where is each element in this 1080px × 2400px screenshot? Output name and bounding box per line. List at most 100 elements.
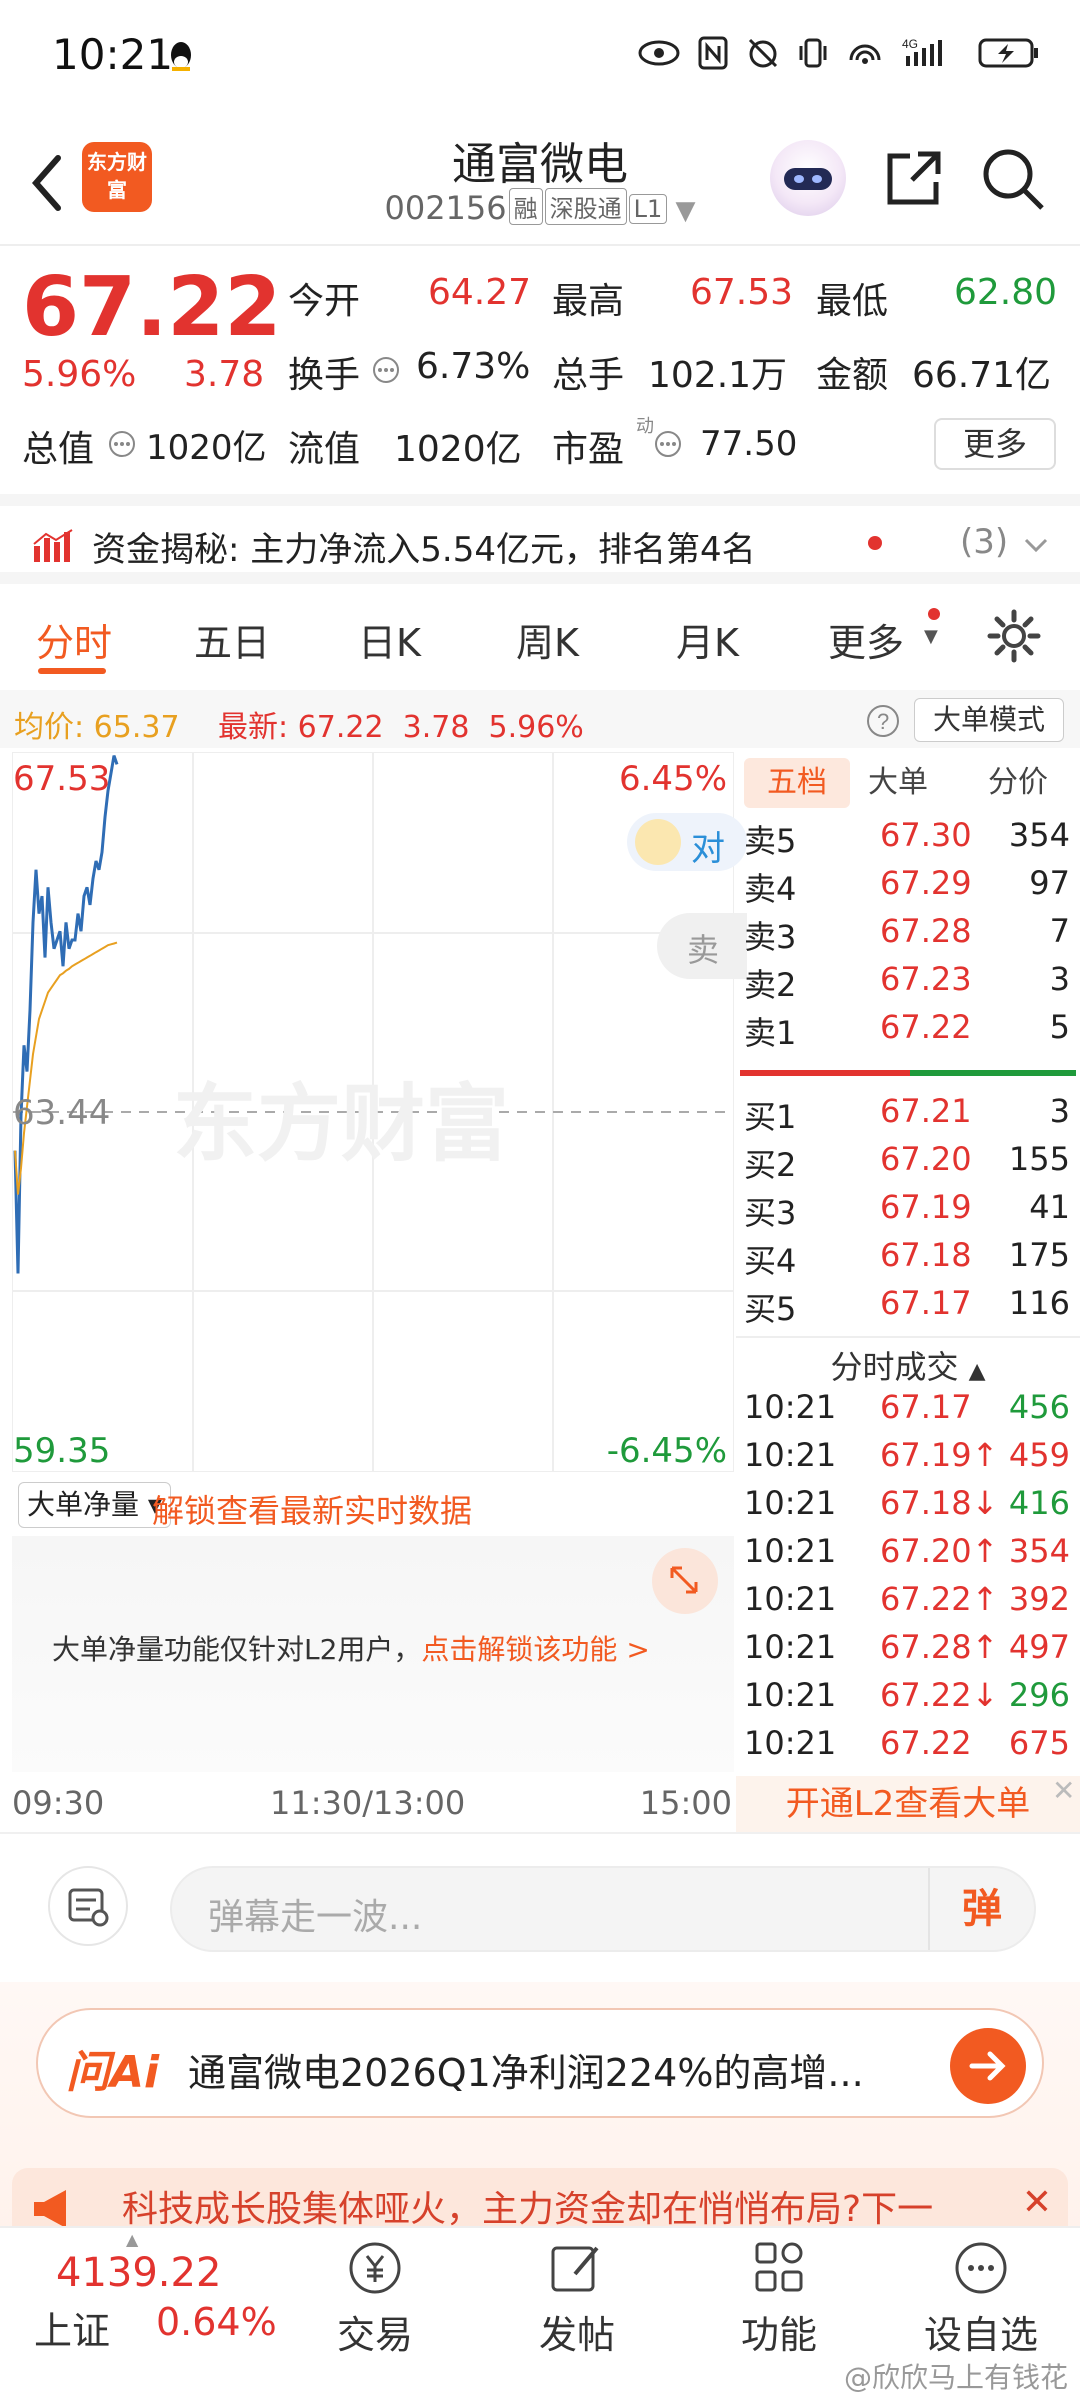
order-book-tabs: 五档 大单 分价 xyxy=(736,758,1080,808)
info-icon[interactable] xyxy=(654,430,682,458)
ob-price: 67.19 xyxy=(880,1188,972,1226)
ask-row[interactable]: 卖1 67.22 5 xyxy=(736,1008,1080,1056)
info-icon[interactable] xyxy=(372,356,400,384)
tab-level5[interactable]: 五档 xyxy=(744,758,850,808)
tab-weekly-k[interactable]: 周K xyxy=(516,612,579,667)
bid-row[interactable]: 买4 67.18 175 xyxy=(736,1236,1080,1284)
ob-volume: 41 xyxy=(1029,1188,1070,1226)
ask-row[interactable]: 卖4 67.29 97 xyxy=(736,864,1080,912)
danmu-settings-icon[interactable] xyxy=(48,1866,128,1946)
tick-row: 10:21 67.22 675 xyxy=(744,1724,1070,1762)
avg-price-bar: 均价: 65.37 最新: 67.22 3.78 5.96% ? 大单模式 xyxy=(0,690,1080,748)
battery-icon xyxy=(978,38,1038,68)
ai-robot-avatar[interactable] xyxy=(770,140,846,216)
big-order-mode-button[interactable]: 大单模式 xyxy=(914,698,1064,742)
index-value[interactable]: 4139.22 xyxy=(56,2250,221,2296)
ticks-title[interactable]: 分时成交 ▲ xyxy=(736,1336,1080,1388)
tab-intraday[interactable]: 分时 xyxy=(36,612,112,667)
more-dots-icon xyxy=(955,2242,1007,2294)
tab-five-day[interactable]: 五日 xyxy=(194,612,270,667)
chart-bottom-price: 59.35 xyxy=(13,1431,111,1471)
unlock-realtime-link[interactable]: 解锁查看最新实时数据 xyxy=(152,1486,472,1532)
nav-functions[interactable]: 功能 xyxy=(714,2238,844,2359)
ob-level-label: 买2 xyxy=(744,1146,797,1184)
ob-level-label: 卖4 xyxy=(744,870,797,908)
high-label: 最高 xyxy=(552,281,625,322)
more-button[interactable]: 更多 xyxy=(934,418,1056,470)
expand-icon[interactable] xyxy=(652,1548,718,1614)
ob-level-label: 卖5 xyxy=(744,822,797,860)
bid-row[interactable]: 买2 67.20 155 xyxy=(736,1140,1080,1188)
volume-label: 总手 xyxy=(552,355,625,396)
avg-value: 65.37 xyxy=(93,710,180,745)
tab-daily-k[interactable]: 日K xyxy=(358,612,421,667)
tick-row: 10:21 67.20↑ 354 xyxy=(744,1532,1070,1570)
ob-volume: 7 xyxy=(1049,912,1070,950)
alarm-off-icon xyxy=(748,38,778,68)
current-price: 67.22 xyxy=(22,260,282,355)
nav-add-watchlist[interactable]: 设自选 xyxy=(916,2238,1046,2359)
settings-gear-icon[interactable] xyxy=(986,608,1042,664)
fund-flow-bar[interactable]: 资金揭秘: 主力净流入5.54亿元，排名第4名 (3) xyxy=(0,494,1080,584)
ob-price: 67.18 xyxy=(880,1236,972,1274)
nav-post[interactable]: 发帖 xyxy=(512,2238,642,2359)
net-volume-box: 大单净量功能仅针对L2用户，点击解锁该功能 > xyxy=(12,1536,734,1772)
close-icon[interactable]: ✕ xyxy=(1022,2182,1052,2223)
bid-row[interactable]: 买1 67.21 3 xyxy=(736,1092,1080,1140)
danmu-send-button[interactable]: 弹 xyxy=(928,1868,1034,1950)
nfc-icon xyxy=(698,36,728,70)
ai-question-box[interactable]: 问Ai 通富微电2026Q1净利润224%的高增... xyxy=(36,2008,1044,2118)
danmu-bar: 弹幕走一波... 弹 xyxy=(0,1832,1080,1982)
time-noon: 11:30/13:00 xyxy=(270,1784,466,1822)
share-icon[interactable] xyxy=(882,148,944,210)
latest-line: 最新: 67.22 3.78 5.96% xyxy=(218,710,584,745)
order-book: 五档 大单 分价 卖5 67.30 354 卖4 67.29 97 卖3 67.28 7 卖2 67… xyxy=(736,752,1080,1332)
grid-icon xyxy=(755,2242,803,2292)
ask-row[interactable]: 卖2 67.23 3 xyxy=(736,960,1080,1008)
bid-row[interactable]: 买3 67.19 41 xyxy=(736,1188,1080,1236)
open-l2-button[interactable]: 开通L2查看大单 xyxy=(736,1776,1080,1832)
ob-price: 67.22 xyxy=(880,1008,972,1046)
change-value: 3.78 xyxy=(184,354,265,395)
tab-more[interactable]: 更多 xyxy=(828,612,904,667)
net-volume-select[interactable]: 大单净量 ▾ xyxy=(18,1482,171,1528)
tab-monthly-k[interactable]: 月K xyxy=(676,612,739,667)
ask-row[interactable]: 卖3 67.28 7 xyxy=(736,912,1080,960)
bid-row[interactable]: 买5 67.17 116 xyxy=(736,1284,1080,1332)
tick-row: 10:21 67.17 456 xyxy=(744,1388,1070,1426)
tab-by-price[interactable]: 分价 xyxy=(988,758,1048,808)
ob-volume: 5 xyxy=(1049,1008,1070,1046)
price-line xyxy=(13,755,119,1274)
ob-level-label: 买1 xyxy=(744,1098,797,1136)
low-value: 62.80 xyxy=(954,272,1058,313)
close-icon[interactable]: ✕ xyxy=(1052,1774,1075,1807)
intraday-chart[interactable]: 东方财富 67.53 6.45% 63.44 59.35 -6.45% 对 卖 xyxy=(12,752,747,1472)
ob-volume: 3 xyxy=(1049,960,1070,998)
ask-row[interactable]: 卖5 67.30 354 xyxy=(736,816,1080,864)
low-label: 最低 xyxy=(816,281,889,322)
l2-only-message: 大单净量功能仅针对L2用户，点击解锁该功能 > xyxy=(52,1633,650,1666)
ob-level-label: 卖1 xyxy=(744,1014,797,1052)
search-icon[interactable] xyxy=(980,146,1046,212)
qq-icon xyxy=(171,42,191,71)
help-icon[interactable]: ? xyxy=(866,704,900,738)
info-icon[interactable] xyxy=(108,430,136,458)
unlock-feature-link[interactable]: 点击解锁该功能 > xyxy=(421,1633,649,1666)
floating-chip[interactable]: 卖 xyxy=(657,913,747,979)
nav-trade[interactable]: 交易 xyxy=(310,2238,440,2359)
danmu-input[interactable]: 弹幕走一波... 弹 xyxy=(170,1866,1036,1952)
tab-big-order[interactable]: 大单 xyxy=(868,758,928,808)
tick-row: 10:21 67.22↓ 296 xyxy=(744,1676,1070,1714)
floating-chip[interactable]: 对 xyxy=(627,813,747,871)
yuan-circle-icon xyxy=(349,2242,401,2294)
dropdown-triangle-icon[interactable]: ▼ xyxy=(667,196,696,226)
ob-volume: 3 xyxy=(1049,1092,1070,1130)
chart-top-pct: 6.45% xyxy=(618,759,727,799)
tag-level: L1 xyxy=(628,194,668,224)
turnover-value: 6.73% xyxy=(416,346,531,387)
index-pct: 0.64% xyxy=(156,2300,277,2344)
up-caret-icon: ▲ xyxy=(126,2230,139,2249)
ai-prompt-text: 通富微电2026Q1净利润224%的高增... xyxy=(188,2051,864,2095)
signal-icon: 4G xyxy=(902,37,942,66)
ai-go-button[interactable] xyxy=(950,2028,1026,2104)
